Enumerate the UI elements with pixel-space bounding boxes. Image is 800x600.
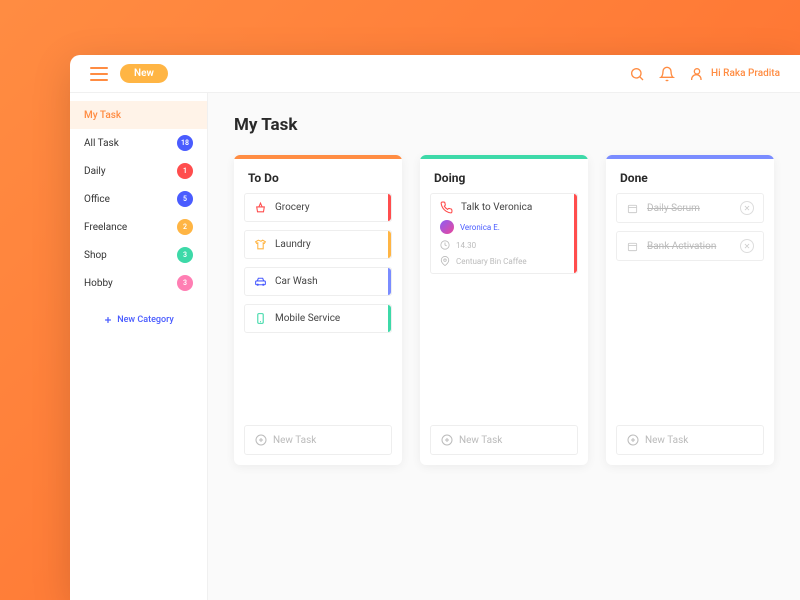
task-stripe bbox=[388, 268, 391, 295]
sidebar-item-label: Freelance bbox=[84, 222, 127, 233]
sidebar-item-label: Hobby bbox=[84, 278, 113, 289]
task-label: Car Wash bbox=[275, 276, 318, 287]
plus-circle-icon bbox=[441, 434, 453, 446]
app-window: New Hi Raka Pradita My Task All Task 18 Dai… bbox=[70, 55, 800, 600]
phone-icon bbox=[440, 201, 453, 214]
task-card[interactable]: Talk to Veronica Veronica E. 14.30 bbox=[430, 193, 578, 274]
sidebar-item[interactable]: Office 5 bbox=[70, 185, 207, 213]
calendar-icon bbox=[626, 240, 639, 253]
task-icon bbox=[254, 312, 267, 325]
task-card[interactable]: Grocery bbox=[244, 193, 392, 222]
sidebar-item-label: All Task bbox=[84, 138, 119, 149]
sidebar-item[interactable]: Daily 1 bbox=[70, 157, 207, 185]
sidebar-badge: 2 bbox=[177, 219, 193, 235]
sidebar-item[interactable]: Shop 3 bbox=[70, 241, 207, 269]
sidebar-item-label: Shop bbox=[84, 250, 107, 261]
task-card[interactable]: Laundry bbox=[244, 230, 392, 259]
task-icon bbox=[254, 238, 267, 251]
plus-circle-icon bbox=[627, 434, 639, 446]
main: My Task To Do Grocery Laundry Car Wash Mobi… bbox=[208, 93, 800, 600]
new-category-label: New Category bbox=[117, 315, 174, 325]
new-task-button[interactable]: New Task bbox=[244, 425, 392, 455]
sidebar-item[interactable]: Hobby 3 bbox=[70, 269, 207, 297]
new-task-label: New Task bbox=[645, 435, 688, 446]
bell-icon[interactable] bbox=[659, 66, 675, 82]
new-task-label: New Task bbox=[273, 435, 316, 446]
user-icon bbox=[689, 66, 705, 82]
topbar: New Hi Raka Pradita bbox=[70, 55, 800, 93]
task-card[interactable]: Mobile Service bbox=[244, 304, 392, 333]
close-icon[interactable]: ✕ bbox=[740, 201, 754, 215]
task-label: Grocery bbox=[275, 202, 310, 213]
sidebar-item-label: My Task bbox=[84, 110, 121, 121]
task-icon bbox=[254, 201, 267, 214]
column-doing: Doing Talk to Veronica Veronica E. bbox=[420, 155, 588, 465]
sidebar-item[interactable]: My Task bbox=[70, 101, 207, 129]
task-label: Bank Activation bbox=[647, 241, 716, 252]
sidebar-item[interactable]: All Task 18 bbox=[70, 129, 207, 157]
task-label: Talk to Veronica bbox=[461, 202, 532, 213]
column-title: Done bbox=[606, 159, 774, 193]
user-info[interactable]: Hi Raka Pradita bbox=[689, 66, 780, 82]
user-greeting: Hi Raka Pradita bbox=[711, 68, 780, 79]
task-stripe bbox=[388, 231, 391, 258]
task-person: Veronica E. bbox=[460, 223, 500, 232]
task-time: 14.30 bbox=[456, 241, 476, 250]
plus-icon bbox=[103, 315, 113, 325]
sidebar-item[interactable]: Freelance 2 bbox=[70, 213, 207, 241]
close-icon[interactable]: ✕ bbox=[740, 239, 754, 253]
column-done: Done Daily Scrum ✕ Bank Activation ✕ New Ta… bbox=[606, 155, 774, 465]
sidebar-item-label: Office bbox=[84, 194, 110, 205]
clock-icon bbox=[440, 240, 450, 250]
task-stripe bbox=[388, 305, 391, 332]
column-todo: To Do Grocery Laundry Car Wash Mobile Servi… bbox=[234, 155, 402, 465]
task-card[interactable]: Bank Activation ✕ bbox=[616, 231, 764, 261]
sidebar-item-label: Daily bbox=[84, 166, 106, 177]
avatar bbox=[440, 220, 454, 234]
new-button[interactable]: New bbox=[120, 64, 168, 83]
sidebar-badge: 3 bbox=[177, 275, 193, 291]
new-task-button[interactable]: New Task bbox=[616, 425, 764, 455]
task-icon bbox=[254, 275, 267, 288]
column-title: To Do bbox=[234, 159, 402, 193]
new-category-button[interactable]: New Category bbox=[70, 315, 207, 325]
column-title: Doing bbox=[420, 159, 588, 193]
sidebar: My Task All Task 18 Daily 1 Office 5 Freelance 2… bbox=[70, 93, 208, 600]
task-stripe bbox=[574, 194, 577, 273]
task-label: Mobile Service bbox=[275, 313, 340, 324]
columns: To Do Grocery Laundry Car Wash Mobile Servi… bbox=[234, 155, 774, 465]
sidebar-badge: 5 bbox=[177, 191, 193, 207]
new-task-button[interactable]: New Task bbox=[430, 425, 578, 455]
menu-icon[interactable] bbox=[90, 67, 108, 81]
sidebar-badge: 3 bbox=[177, 247, 193, 263]
task-label: Daily Scrum bbox=[647, 203, 700, 214]
task-stripe bbox=[388, 194, 391, 221]
task-card[interactable]: Daily Scrum ✕ bbox=[616, 193, 764, 223]
calendar-icon bbox=[626, 202, 639, 215]
task-label: Laundry bbox=[275, 239, 311, 250]
plus-circle-icon bbox=[255, 434, 267, 446]
search-icon[interactable] bbox=[629, 66, 645, 82]
new-task-label: New Task bbox=[459, 435, 502, 446]
body: My Task All Task 18 Daily 1 Office 5 Freelance 2… bbox=[70, 93, 800, 600]
location-icon bbox=[440, 256, 450, 266]
topbar-right: Hi Raka Pradita bbox=[629, 66, 780, 82]
sidebar-badge: 1 bbox=[177, 163, 193, 179]
task-place: Centuary Bin Caffee bbox=[456, 257, 527, 266]
page-title: My Task bbox=[234, 115, 774, 135]
task-card[interactable]: Car Wash bbox=[244, 267, 392, 296]
sidebar-badge: 18 bbox=[177, 135, 193, 151]
